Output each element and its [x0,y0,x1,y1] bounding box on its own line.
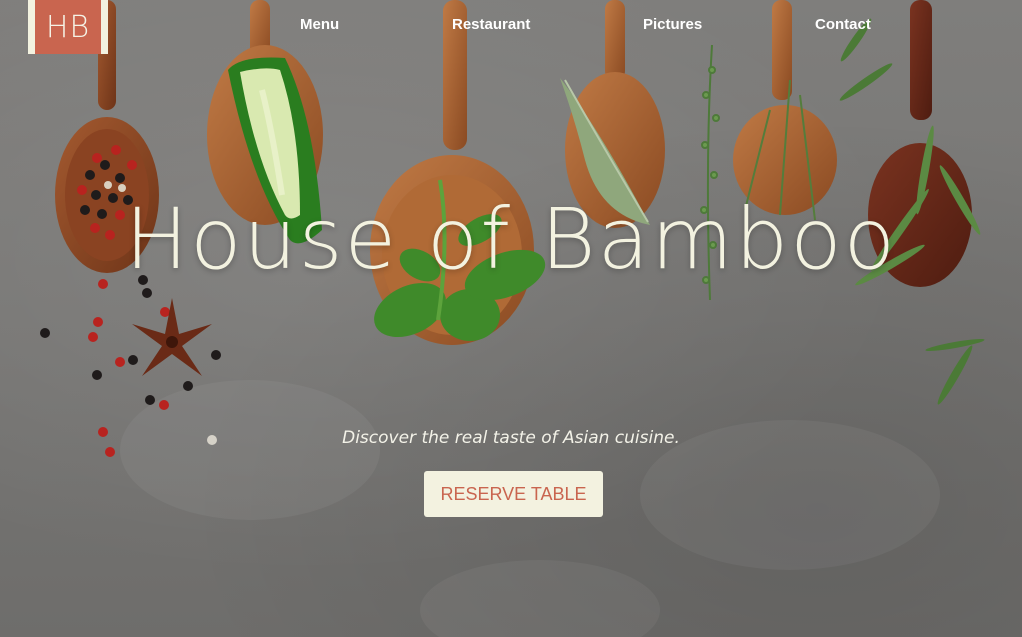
nav-item-restaurant[interactable]: Restaurant [452,16,530,33]
nav-item-contact[interactable]: Contact [815,16,871,33]
background-image [40,0,985,457]
hero-title: House of Bamboo [124,190,897,288]
nav-item-pictures[interactable]: Pictures [643,16,702,33]
hero-section: HB Menu Restaurant Pictures Contact Hous… [0,0,1022,637]
nav-item-menu[interactable]: Menu [300,16,339,33]
main-nav: Menu Restaurant Pictures Contact [0,16,1022,36]
spoon-basil [370,0,546,345]
reserve-table-button[interactable]: RESERVE TABLE [424,471,603,517]
hero-subtitle: Discover the real taste of Asian cuisine… [342,428,680,448]
